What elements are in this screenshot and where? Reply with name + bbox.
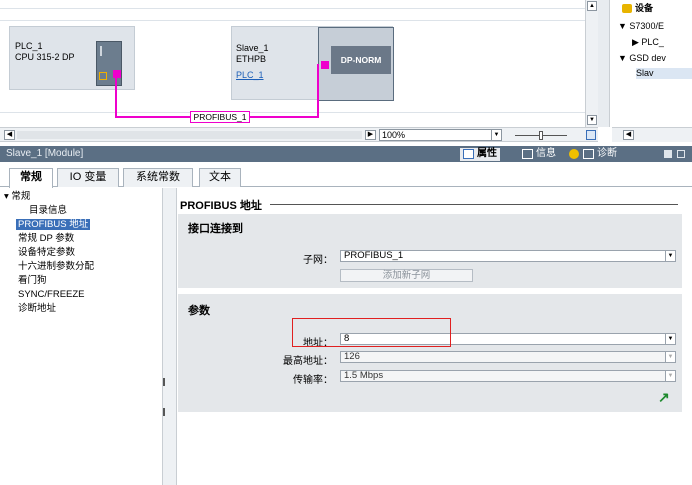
device-tree-panel: 设备 ▼ S7300/E ▶ PLC_ ▼ GSD dev Slav ◀	[598, 0, 692, 142]
inspector-title: Slave_1 [Module]	[6, 148, 84, 159]
tree-item-gsd[interactable]: ▼ GSD dev	[618, 53, 666, 64]
overview-icon[interactable]	[586, 130, 596, 140]
nav-catalog-info[interactable]: 目录信息	[29, 205, 67, 216]
nav-diagnostic-address[interactable]: 诊断地址	[18, 303, 56, 314]
tab-io-tags[interactable]: IO 变量	[57, 168, 119, 187]
tree-item-s7300[interactable]: ▼ S7300/E	[618, 21, 664, 32]
plc-module-icon	[96, 41, 122, 86]
scroll-right-button[interactable]: ▶	[365, 130, 376, 140]
network-vertical-scrollbar[interactable]: ▲ ▼	[585, 0, 598, 127]
subnet-select[interactable]: PROFIBUS_1 ▼	[340, 250, 676, 262]
tree-scrollbar[interactable]: ◀	[612, 127, 692, 142]
max-address-select: 126 ▼	[340, 351, 676, 363]
parameters-title: 参数	[188, 305, 210, 317]
max-address-label: 最高地址：	[283, 356, 333, 367]
chevron-down-icon: ▼	[491, 130, 501, 140]
nav-general-dp-params[interactable]: 常规 DP 参数	[18, 233, 74, 244]
inspector-header: Slave_1 [Module] 属性 信息 诊断	[0, 146, 692, 162]
slave-name: Slave_1	[236, 43, 269, 53]
scroll-left-button[interactable]: ◀	[4, 130, 15, 140]
subnet-value: PROFIBUS_1	[344, 250, 404, 261]
add-subnet-button[interactable]: 添加新子网	[340, 269, 473, 282]
nav-general[interactable]: ▾ 常规	[4, 191, 30, 202]
devices-icon	[622, 4, 632, 13]
nav-sync-freeze[interactable]: SYNC/FREEZE	[18, 289, 85, 300]
interface-title: 接口连接到	[188, 223, 243, 235]
diagnostics-icon	[583, 149, 594, 159]
tree-gutter	[598, 0, 610, 127]
subnet-label: 子网：	[303, 255, 333, 266]
tab-properties[interactable]: 属性	[460, 148, 500, 161]
panel-menu-icon[interactable]	[664, 150, 672, 158]
properties-icon	[463, 149, 474, 159]
tab-general[interactable]: 常规	[9, 168, 53, 188]
address-highlight-box	[292, 318, 451, 347]
slave-dp-port-icon[interactable]	[321, 61, 329, 69]
slave-type: ETHPB	[236, 54, 267, 64]
info-badge-icon	[569, 149, 579, 159]
parameters-panel: 参数 地址： 8 ▼ 最高地址： 126 ▼ 传输率： 1.5 Mbps ▼ ↗	[178, 294, 682, 412]
chevron-down-icon: ▼	[665, 251, 675, 261]
horizontal-scrollbar[interactable]	[17, 131, 362, 139]
tree-item-plc[interactable]: ▶ PLC_	[632, 37, 664, 48]
zoom-select[interactable]: 100% ▼	[379, 129, 502, 141]
property-content: PROFIBUS 地址 接口连接到 子网： PROFIBUS_1 ▼ 添加新子网…	[178, 188, 692, 485]
network-toolbar: ◀ ▶ 100% ▼	[0, 127, 598, 142]
panel-restore-icon[interactable]	[677, 150, 685, 158]
tab-diagnostics[interactable]: 诊断	[580, 148, 620, 161]
profibus-bus-label[interactable]: PROFIBUS_1	[190, 111, 250, 123]
property-tabs: 常规 IO 变量 系统常数 文本	[0, 165, 692, 188]
nav-watchdog[interactable]: 看门狗	[18, 275, 47, 286]
section-title: PROFIBUS 地址	[180, 200, 262, 212]
slave-module-frame[interactable]: DP-NORM	[318, 27, 394, 101]
baud-rate-label: 传输率：	[293, 375, 333, 386]
zoom-slider-thumb[interactable]	[539, 131, 543, 140]
tab-texts[interactable]: 文本	[199, 168, 241, 187]
max-address-value: 126	[344, 351, 360, 362]
baud-rate-value: 1.5 Mbps	[344, 370, 384, 381]
slave-plc-link[interactable]: PLC_1	[236, 70, 264, 80]
nav-device-params[interactable]: 设备特定参数	[18, 247, 75, 258]
section-divider	[270, 204, 678, 205]
chevron-down-icon: ▼	[665, 352, 675, 362]
tree-header: 设备	[635, 3, 654, 13]
plc-name: PLC_1	[15, 41, 43, 51]
property-nav: ▾ 常规 目录信息 PROFIBUS 地址 常规 DP 参数 设备特定参数 十六…	[0, 188, 163, 485]
tab-system-constants[interactable]: 系统常数	[123, 168, 193, 187]
go-to-arrow-icon[interactable]: ↗	[658, 390, 670, 404]
chevron-down-icon: ▼	[665, 334, 675, 344]
plc-type: CPU 315-2 DP	[15, 52, 75, 62]
slave-module-block: DP-NORM	[331, 46, 391, 74]
tab-info[interactable]: 信息	[519, 148, 559, 161]
baud-rate-select: 1.5 Mbps ▼	[340, 370, 676, 382]
nav-splitter[interactable]	[163, 188, 177, 485]
zoom-value: 100%	[382, 130, 406, 140]
chevron-down-icon: ▼	[665, 371, 675, 381]
info-icon	[522, 149, 533, 159]
nav-hex-params[interactable]: 十六进制参数分配	[18, 261, 94, 272]
nav-profibus-address[interactable]: PROFIBUS 地址	[16, 219, 91, 230]
tree-item-slave[interactable]: Slav	[636, 68, 692, 79]
slave-device[interactable]: Slave_1 ETHPB PLC_1 DP-NORM	[231, 26, 394, 101]
network-view[interactable]: PLC_1 CPU 315-2 DP Slave_1 ETHPB PLC_1 D…	[0, 0, 598, 123]
interface-panel: 接口连接到 子网： PROFIBUS_1 ▼ 添加新子网	[178, 214, 682, 288]
